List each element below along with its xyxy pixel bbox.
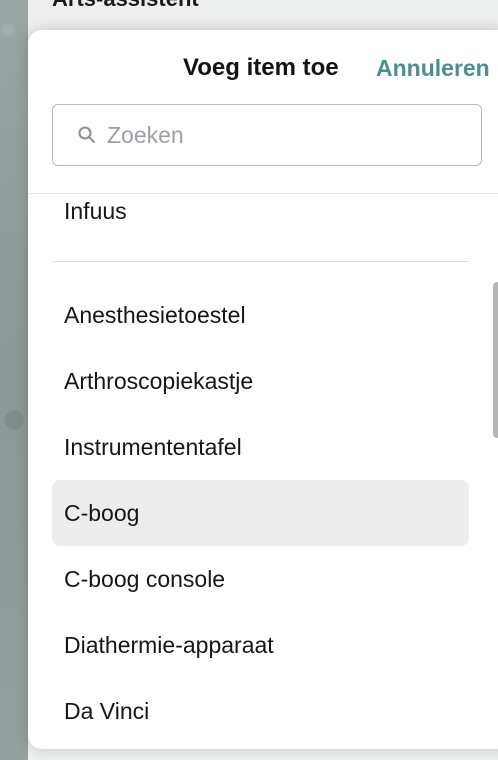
- list-item-infuus[interactable]: Infuus: [52, 178, 469, 244]
- list-item[interactable]: Anesthesietoestel: [52, 282, 469, 348]
- list-item[interactable]: Arthroscopiekastje: [52, 348, 469, 414]
- search-input[interactable]: [107, 117, 467, 153]
- sheet-title: Voeg item toe: [183, 54, 339, 81]
- background-page-title: Arts-assistent: [52, 0, 199, 12]
- list-item[interactable]: Da Vinci: [52, 678, 469, 744]
- list-item[interactable]: C-boog console: [52, 546, 469, 612]
- scrollbar[interactable]: [493, 282, 498, 438]
- search-icon: [78, 126, 95, 143]
- list-item-selected[interactable]: C-boog: [52, 480, 469, 546]
- list-item[interactable]: Instrumententafel: [52, 414, 469, 480]
- add-item-sheet: Voeg item toe Annuleren Infuus Anesthesi…: [28, 30, 498, 749]
- cancel-button[interactable]: Annuleren: [376, 55, 490, 82]
- search-field[interactable]: [52, 104, 482, 166]
- group-divider: [52, 261, 469, 262]
- list-item[interactable]: Diathermie-apparaat: [52, 612, 469, 678]
